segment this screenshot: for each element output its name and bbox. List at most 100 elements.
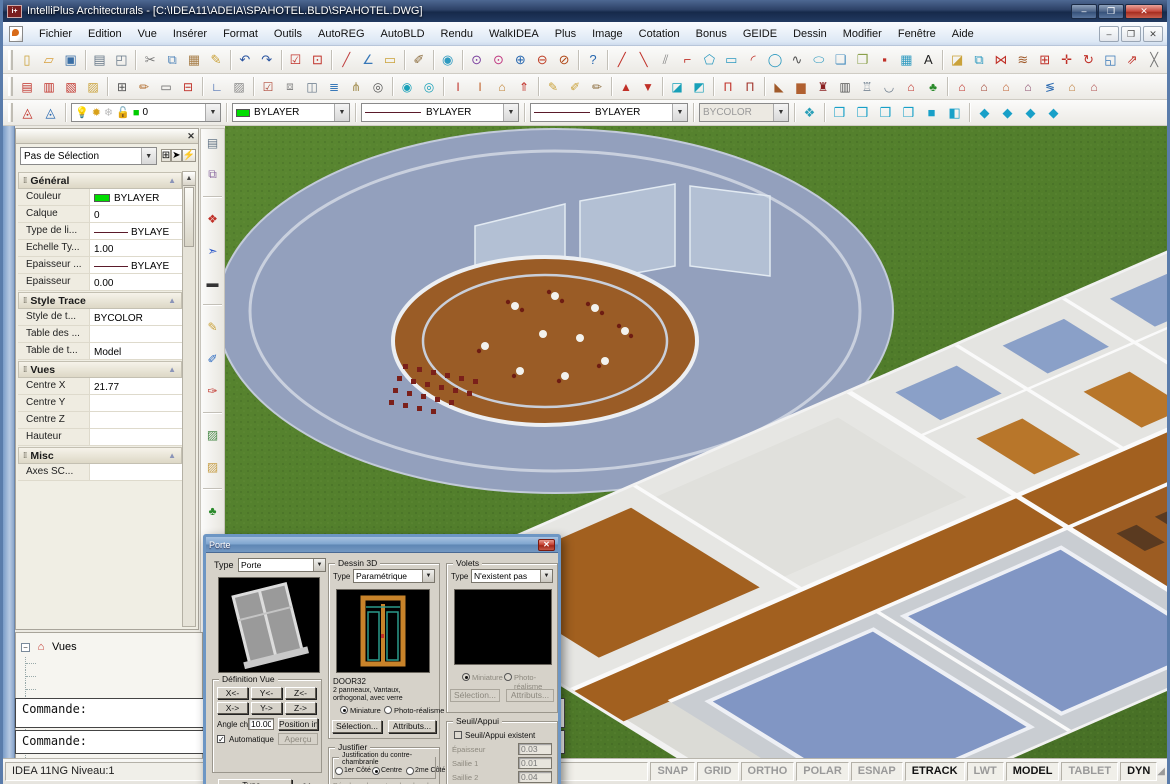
chevron-down-icon[interactable]: ▼ [672, 104, 687, 121]
initial-position-button[interactable]: Position initiale [278, 718, 318, 730]
toolbar-grip[interactable] [8, 103, 13, 121]
chevron-down-icon[interactable]: ▼ [334, 104, 349, 121]
draw-construction-line-button[interactable]: ╲ [633, 49, 655, 71]
cabinet-tool-button[interactable]: ▥ [834, 76, 856, 97]
selection-filter-combo[interactable]: Pas de Sélection ▼ [20, 147, 157, 165]
section-header-général[interactable]: ⁞⁞Général▲ [18, 172, 182, 189]
angle-input[interactable] [248, 718, 274, 730]
zoom-realtime-button[interactable]: ⊙ [466, 49, 488, 71]
corner-tool-button[interactable]: ∟ [206, 76, 228, 97]
property-value[interactable] [90, 429, 182, 445]
toggle-etrack[interactable]: ETRACK [905, 762, 965, 781]
view-y-plus-button[interactable]: Y-> [251, 702, 282, 714]
render-material-button[interactable]: ❖ [202, 208, 223, 229]
chambranle-cote2-radio[interactable] [406, 767, 414, 775]
toggle-snap[interactable]: SNAP [650, 762, 695, 781]
property-value[interactable]: BYCOLOR [90, 309, 182, 325]
chevron-up-icon[interactable]: ▲ [168, 365, 176, 374]
toggle-grid[interactable]: GRID [697, 762, 739, 781]
properties-scrollbar[interactable]: ▲ [182, 171, 196, 627]
open-folder-button[interactable]: ▱ [38, 49, 60, 71]
tree-node-vues-0[interactable]: −⌂Vues [18, 639, 200, 655]
menu-autobld[interactable]: AutoBLD [373, 25, 433, 43]
menu-geide[interactable]: GEIDE [735, 25, 785, 43]
view-iso-se-button[interactable]: ❒ [874, 102, 897, 124]
redo-button[interactable]: ↷ [256, 49, 278, 71]
rectangle-tool-button[interactable]: ▭ [155, 76, 177, 97]
toggle-pickadd-button[interactable]: ⚡ [182, 149, 196, 162]
view-diamond-1-button[interactable]: ◆ [973, 102, 996, 124]
pan-hand-button[interactable]: ❖ [798, 102, 821, 124]
chevron-down-icon[interactable]: ▼ [141, 148, 156, 164]
toggle-lwt[interactable]: LWT [967, 762, 1004, 781]
print-preview-button[interactable]: ◰ [110, 49, 132, 71]
copy-sheet-button[interactable]: ⧉ [202, 164, 223, 185]
tree-tool-button[interactable]: ♣ [922, 76, 944, 97]
apercu-button[interactable]: Aperçu [278, 733, 318, 745]
attributs-button[interactable]: Attributs... [388, 720, 436, 733]
volets-type-combo[interactable]: N'existent pas▼ [471, 569, 553, 583]
hierarchy-button[interactable]: ⋔ [345, 76, 367, 97]
scroll-up-icon[interactable]: ▲ [183, 172, 195, 186]
pan-view-button[interactable]: ◉ [437, 49, 459, 71]
beam-i-button[interactable]: I [447, 76, 469, 97]
section-header-misc[interactable]: ⁞⁞Misc▲ [18, 447, 182, 464]
copy-button[interactable]: ⧉ [161, 49, 183, 71]
property-value[interactable]: BYLAYE [90, 223, 182, 239]
menu-walkidea[interactable]: WalkIDEA [481, 25, 547, 43]
sketch-pencil-button[interactable]: ✐ [564, 76, 586, 97]
annotate-pencil-button[interactable]: ✎ [542, 76, 564, 97]
menu-format[interactable]: Format [215, 25, 266, 43]
menu-dessin[interactable]: Dessin [785, 25, 835, 43]
menu-vue[interactable]: Vue [130, 25, 165, 43]
window-grid-button[interactable]: ⊞ [111, 76, 133, 97]
drag-handle-icon[interactable]: ⁞⁞ [23, 176, 26, 185]
layer-combo[interactable]: 💡✹❄🔓■0▼ [71, 103, 221, 122]
view-z-minus-button[interactable]: Z<- [285, 687, 316, 699]
menu-autoreg[interactable]: AutoREG [310, 25, 372, 43]
building-3-button[interactable]: ⌂ [995, 76, 1017, 97]
automatic-checkbox[interactable]: ✓ [217, 735, 225, 743]
wall-edit-button[interactable]: ▥ [38, 76, 60, 97]
scrollbar-thumb[interactable] [184, 187, 194, 247]
draw-circle-button[interactable]: ◯ [764, 49, 786, 71]
building-2-button[interactable]: ⌂ [973, 76, 995, 97]
print-button[interactable]: ▤ [89, 49, 111, 71]
wall-modify-button[interactable]: ▧ [60, 76, 82, 97]
view-y-minus-button[interactable]: Y<- [251, 687, 282, 699]
layers-stack-button[interactable]: ≣ [323, 76, 345, 97]
building-5-button[interactable]: ≶ [1039, 76, 1061, 97]
menu-plus[interactable]: Plus [547, 25, 584, 43]
minimize-button[interactable]: – [1071, 4, 1097, 19]
color-combo[interactable]: BYLAYER▼ [232, 103, 350, 122]
array-button[interactable]: ⊞ [1034, 49, 1056, 71]
property-value[interactable] [90, 326, 182, 342]
building-4-button[interactable]: ⌂ [1017, 76, 1039, 97]
chevron-up-icon[interactable]: ▲ [168, 176, 176, 185]
beam-edit-button[interactable]: I [469, 76, 491, 97]
toggle-tablet[interactable]: TABLET [1061, 762, 1118, 781]
property-value[interactable]: 21.77 [90, 378, 182, 394]
view-x-minus-button[interactable]: X<- [217, 687, 248, 699]
door-type-combo[interactable]: Porte▼ [238, 558, 326, 572]
markup-pencil-button[interactable]: ✏ [586, 76, 608, 97]
expand-icon[interactable]: − [21, 643, 30, 652]
drag-handle-icon[interactable]: ⁞⁞ [23, 296, 26, 305]
eraser-3d-alt-button[interactable]: ◩ [688, 76, 710, 97]
toggle-esnap[interactable]: ESNAP [851, 762, 903, 781]
type-select-button[interactable]: Type... [218, 779, 292, 784]
wall-draw-button[interactable]: ▤ [16, 76, 38, 97]
close-button[interactable]: ✕ [1125, 4, 1163, 19]
drag-handle-icon[interactable]: ⁞⁞ [23, 365, 26, 374]
view-iso-ne-button[interactable]: ❒ [828, 102, 851, 124]
zoom-previous-button[interactable]: ⊖ [531, 49, 553, 71]
view-box-edit-button[interactable]: ◧ [943, 102, 966, 124]
menu-fenêtre[interactable]: Fenêtre [890, 25, 944, 43]
level-raise-button[interactable]: ▲ [615, 76, 637, 97]
rotate-button[interactable]: ↻ [1078, 49, 1100, 71]
chevron-up-icon[interactable]: ▲ [168, 451, 176, 460]
offset-button[interactable]: ≋ [1012, 49, 1034, 71]
draw-polygon-button[interactable]: ⬠ [698, 49, 720, 71]
sink-tool-button[interactable]: ◡ [878, 76, 900, 97]
resize-grip[interactable]: ◢ [1157, 766, 1165, 777]
